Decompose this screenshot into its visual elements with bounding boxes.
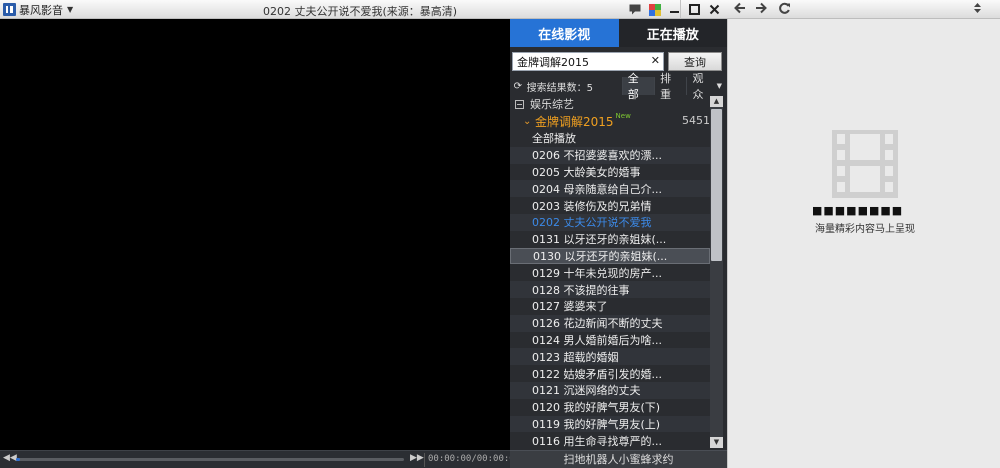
tab-online-video[interactable]: 在线影视 (510, 19, 619, 47)
skin-icon[interactable] (648, 3, 661, 16)
episode-item[interactable]: 0126 花边新闻不断的丈夫 (510, 314, 710, 332)
episode-item[interactable]: 0119 我的好脾气男友(上) (510, 415, 710, 433)
ad-banner[interactable]: 扫地机器人小蜜蜂求约 (510, 450, 727, 468)
filter-all[interactable]: 全部 (621, 72, 655, 101)
title-bar: 暴风影音 ▼ 0202 丈夫公开说不爱我(来源：暴高清) (0, 0, 727, 19)
panel-tabs: 在线影视 正在播放 (510, 19, 727, 47)
episode-item[interactable]: 0204 母亲随意给自己介... (510, 180, 710, 198)
category-label: 娱乐综艺 (530, 98, 574, 111)
category-row[interactable]: 娱乐综艺 (510, 96, 710, 112)
filter-audience[interactable]: 观众 ▼ (686, 72, 727, 101)
episode-item[interactable]: 0124 男人婚前婚后为啥... (510, 331, 710, 349)
episode-item[interactable]: 0203 装修伤及的兄弟情 (510, 197, 710, 214)
episode-item[interactable]: 0206 不招婆婆喜欢的漂... (510, 146, 710, 164)
episode-item[interactable]: 0128 不该提的往事 (510, 281, 710, 298)
loading-blocks: ■■■■■■■■ (812, 204, 904, 217)
results-bar: ⟳ 搜索结果数：5 全部 排重 观众 ▼ (510, 72, 727, 101)
chevron-down-icon: ⌄ (523, 115, 532, 127)
episode-item[interactable]: 0202 丈夫公开说不爱我 (510, 213, 710, 231)
film-icon (832, 130, 898, 198)
episode-item[interactable]: 0129 十年未兑现的房产... (510, 264, 710, 282)
search-input[interactable] (513, 53, 653, 70)
filter-dedupe[interactable]: 排重 (654, 72, 686, 101)
close-icon[interactable] (708, 3, 721, 16)
search-button[interactable]: 查询 (668, 52, 722, 71)
episode-list: 全部播放 0206 不招婆婆喜欢的漂... 0205 大龄美女的婚事 0204 母亲随… (510, 130, 710, 449)
episode-item[interactable]: 0122 姑嫂矛盾引发的婚... (510, 365, 710, 382)
show-title: 金牌调解2015 (535, 114, 614, 129)
forward-icon[interactable] (755, 1, 767, 18)
placeholder-message: 海量精彩内容马上呈现 (815, 224, 915, 235)
divider (424, 453, 425, 467)
refresh-results-icon[interactable]: ⟳ (511, 81, 525, 92)
scroll-down-icon[interactable]: ▼ (710, 437, 723, 448)
scroll-up-icon[interactable]: ▲ (710, 96, 723, 107)
playback-controls: ◀◀ ▶▶ 00:00:00/00:00:00 (0, 450, 520, 468)
episode-item[interactable]: 0121 沉迷网络的丈夫 (510, 381, 710, 399)
playlist-panel: 在线影视 正在播放 ✕ 查询 ⟳ 搜索结果数：5 全部 排重 观众▼ 娱乐综艺 … (510, 19, 727, 468)
back-icon[interactable] (734, 1, 746, 18)
maximize-icon[interactable] (688, 3, 701, 16)
app-window: 暴风影音 ▼ 0202 丈夫公开说不爱我(来源：暴高清) ◀◀ ▶▶ 00:00… (0, 0, 1000, 468)
result-count: 搜索结果数：5 (526, 82, 593, 94)
episode-item[interactable]: 0116 用生命寻找尊严的... (510, 432, 710, 449)
collapse-icon[interactable] (973, 1, 982, 18)
content-pane: ■■■■■■■■ 海量精彩内容马上呈现 (727, 19, 1000, 468)
show-row[interactable]: ⌄ 金牌调解2015 New 54517 (510, 112, 710, 130)
time-display: 00:00:00/00:00:00 (428, 454, 521, 464)
episode-item[interactable]: 0120 我的好脾气男友(下) (510, 398, 710, 416)
episode-item[interactable]: 0205 大龄美女的婚事 (510, 163, 710, 181)
minimize-icon[interactable] (668, 3, 681, 16)
fast-forward-icon[interactable]: ▶▶ (410, 453, 424, 463)
play-all-item[interactable]: 全部播放 (510, 130, 710, 147)
episode-item[interactable]: 0123 超载的婚姻 (510, 348, 710, 366)
rewind-icon[interactable]: ◀◀ (3, 453, 17, 463)
scroll-thumb[interactable] (711, 109, 722, 261)
app-logo-text: 暴风影音 (19, 3, 63, 17)
chevron-down-icon: ▼ (67, 5, 74, 14)
seek-bar[interactable] (16, 458, 404, 461)
episode-item[interactable]: 0131 以牙还牙的亲姐妹(... (510, 230, 710, 248)
video-canvas[interactable] (0, 19, 510, 450)
window-title: 0202 丈夫公开说不爱我(来源：暴高清) (262, 5, 458, 18)
collapse-box-icon (515, 99, 524, 109)
logo-icon (3, 3, 16, 16)
result-list: 娱乐综艺 ⌄ 金牌调解2015 New 54517 全部播放0206 不招婆婆喜… (510, 96, 710, 449)
feedback-icon[interactable] (628, 3, 641, 16)
browser-toolbar (727, 0, 1000, 19)
search-box: ✕ (512, 52, 664, 71)
app-menu-button[interactable]: 暴风影音 ▼ (3, 2, 73, 17)
window-controls (628, 1, 721, 18)
chevron-down-icon: ▼ (716, 82, 722, 90)
seek-progress (16, 458, 20, 461)
show-count: 54517 (682, 114, 710, 127)
scrollbar[interactable]: ▲ ▼ (710, 96, 723, 448)
episode-item[interactable]: 0127 婆婆来了 (510, 297, 710, 315)
episode-item[interactable]: 0130 以牙还牙的亲姐妹(... (510, 247, 710, 265)
new-badge: New (615, 112, 631, 120)
tab-now-playing[interactable]: 正在播放 (618, 19, 727, 47)
refresh-icon[interactable] (778, 1, 791, 18)
clear-search-icon[interactable]: ✕ (651, 54, 660, 67)
